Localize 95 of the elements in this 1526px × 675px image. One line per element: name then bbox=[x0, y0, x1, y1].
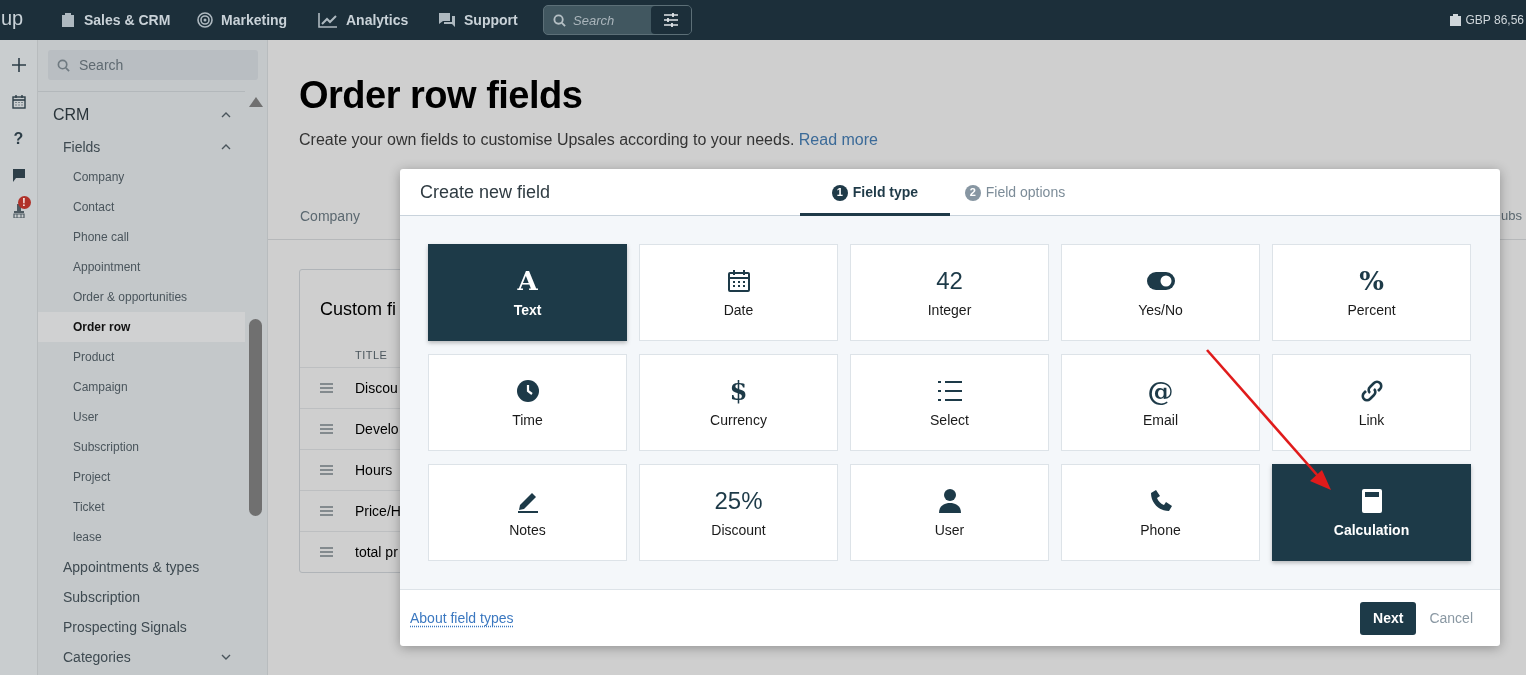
column-header: TITLE bbox=[355, 348, 388, 363]
field-type-tile[interactable]: Link bbox=[1272, 354, 1471, 451]
calculator-icon bbox=[1361, 488, 1382, 514]
search-icon bbox=[57, 59, 70, 72]
field-type-tile[interactable]: Time bbox=[428, 354, 627, 451]
sidebar-item[interactable]: Project bbox=[38, 462, 245, 492]
tile-glyph: $ bbox=[729, 378, 748, 404]
field-type-tile[interactable]: $ Currency bbox=[639, 354, 838, 451]
logo[interactable]: up bbox=[1, 8, 28, 32]
dialog-title: Create new field bbox=[420, 180, 551, 204]
scroll-up-arrow[interactable] bbox=[249, 97, 263, 107]
field-type-tile[interactable]: 42 Integer bbox=[850, 244, 1049, 341]
calendar-icon bbox=[726, 268, 751, 294]
field-type-tile[interactable]: Yes/No bbox=[1061, 244, 1260, 341]
field-type-tile[interactable]: Phone bbox=[1061, 464, 1260, 561]
search-field[interactable]: Search bbox=[48, 50, 258, 80]
sidebar-item[interactable]: lease bbox=[38, 522, 245, 552]
field-type-tile[interactable]: % Percent bbox=[1272, 244, 1471, 341]
tile-glyph: 25% bbox=[714, 488, 763, 514]
sidebar-item[interactable]: Ticket bbox=[38, 492, 245, 522]
field-type-tile[interactable]: 25% Discount bbox=[639, 464, 838, 561]
person-icon bbox=[938, 488, 961, 514]
sidebar-item[interactable]: Appointments & types bbox=[38, 552, 245, 582]
next-button[interactable]: Next bbox=[1360, 601, 1417, 635]
briefcase-icon bbox=[1449, 14, 1461, 26]
table-cell-text: Discou bbox=[355, 378, 398, 398]
field-type-tile[interactable]: @ Email bbox=[1061, 354, 1260, 451]
step-tab[interactable]: 2 Field options bbox=[950, 169, 1080, 216]
page-tab[interactable]: Company bbox=[300, 206, 360, 227]
sidebar-item[interactable]: Order & opportunities bbox=[38, 282, 245, 312]
chat-bubbles-icon bbox=[438, 12, 456, 28]
chevron-up-icon[interactable] bbox=[221, 144, 231, 150]
sidebar-item[interactable]: Subscription bbox=[38, 432, 245, 462]
plus-icon[interactable] bbox=[10, 57, 27, 73]
field-type-tile[interactable]: Calculation bbox=[1272, 464, 1471, 561]
filter-button[interactable] bbox=[651, 6, 691, 34]
nav-item[interactable]: Analytics bbox=[318, 0, 438, 40]
chevron-up-icon[interactable] bbox=[221, 112, 231, 118]
phone-icon bbox=[1148, 488, 1173, 514]
sliders-icon bbox=[663, 13, 679, 27]
briefcase-icon bbox=[60, 12, 76, 28]
chat-icon[interactable] bbox=[12, 169, 25, 182]
tile-glyph: % bbox=[1359, 268, 1384, 294]
page-title: Order row fields bbox=[299, 76, 583, 114]
field-type-tile[interactable]: Select bbox=[850, 354, 1049, 451]
table-cell-text: total pr bbox=[355, 542, 398, 562]
help-icon[interactable]: ? bbox=[13, 131, 24, 147]
sidebar-item[interactable]: Company bbox=[38, 162, 245, 192]
drag-handle-icon[interactable] bbox=[320, 424, 333, 434]
field-type-tile[interactable]: Notes bbox=[428, 464, 627, 561]
nav-item[interactable]: Support bbox=[438, 0, 543, 40]
list-icon bbox=[936, 378, 963, 404]
about-field-types-link[interactable]: About field types bbox=[410, 607, 514, 629]
page-subtitle: Create your own fields to customise Upsales according to your needs. Read more bbox=[299, 130, 878, 150]
sidebar-item[interactable]: Subscription bbox=[38, 582, 245, 612]
clock-icon bbox=[515, 378, 540, 404]
sidebar-item[interactable]: Prospecting Signals bbox=[38, 612, 245, 642]
calendar-icon[interactable] bbox=[11, 95, 26, 109]
tile-glyph: A bbox=[517, 268, 538, 294]
scrollbar-thumb[interactable] bbox=[249, 319, 262, 516]
sidebar-item[interactable]: User bbox=[38, 402, 245, 432]
drag-handle-icon[interactable] bbox=[320, 383, 333, 393]
chevron-down-icon[interactable] bbox=[221, 654, 231, 660]
sidebar-item[interactable]: Categories bbox=[38, 642, 245, 672]
table-cell-text: Price/H bbox=[355, 501, 401, 521]
table-cell-text: Hours bbox=[355, 460, 393, 480]
sidebar-item[interactable]: Order row bbox=[38, 312, 245, 342]
table-cell-text: Develo bbox=[355, 419, 399, 439]
sidebar-item[interactable]: CRM bbox=[38, 98, 245, 132]
field-type-tile[interactable]: A Text bbox=[428, 244, 627, 341]
target-icon bbox=[197, 12, 213, 28]
nav-item[interactable]: Marketing bbox=[197, 0, 318, 40]
drag-handle-icon[interactable] bbox=[320, 465, 333, 475]
broom-icon[interactable] bbox=[11, 204, 26, 218]
balance-amount: GBP 86,56 bbox=[1465, 12, 1524, 29]
drag-handle-icon[interactable] bbox=[320, 506, 333, 516]
link-icon bbox=[1359, 378, 1384, 404]
line-chart-icon bbox=[318, 12, 338, 28]
read-more-link[interactable]: Read more bbox=[798, 131, 878, 148]
tile-glyph: 42 bbox=[936, 268, 963, 294]
sidebar-item[interactable]: Product bbox=[38, 342, 245, 372]
card-title: Custom fi bbox=[320, 298, 397, 321]
alert-badge: ! bbox=[17, 196, 31, 209]
drag-handle-icon[interactable] bbox=[320, 547, 333, 557]
page-tab[interactable]: ubs bbox=[1501, 206, 1522, 226]
sidebar-item[interactable]: Fields bbox=[38, 132, 245, 162]
nav-item[interactable]: Sales & CRM bbox=[60, 0, 197, 40]
search-icon bbox=[553, 14, 566, 27]
field-type-tile[interactable]: Date bbox=[639, 244, 838, 341]
sidebar-item[interactable]: Campaign bbox=[38, 372, 245, 402]
sidebar-item[interactable]: Appointment bbox=[38, 252, 245, 282]
sidebar-item[interactable]: Phone call bbox=[38, 222, 245, 252]
tile-glyph: @ bbox=[1147, 378, 1174, 404]
sidebar-item[interactable]: Contact bbox=[38, 192, 245, 222]
field-type-tile[interactable]: User bbox=[850, 464, 1049, 561]
